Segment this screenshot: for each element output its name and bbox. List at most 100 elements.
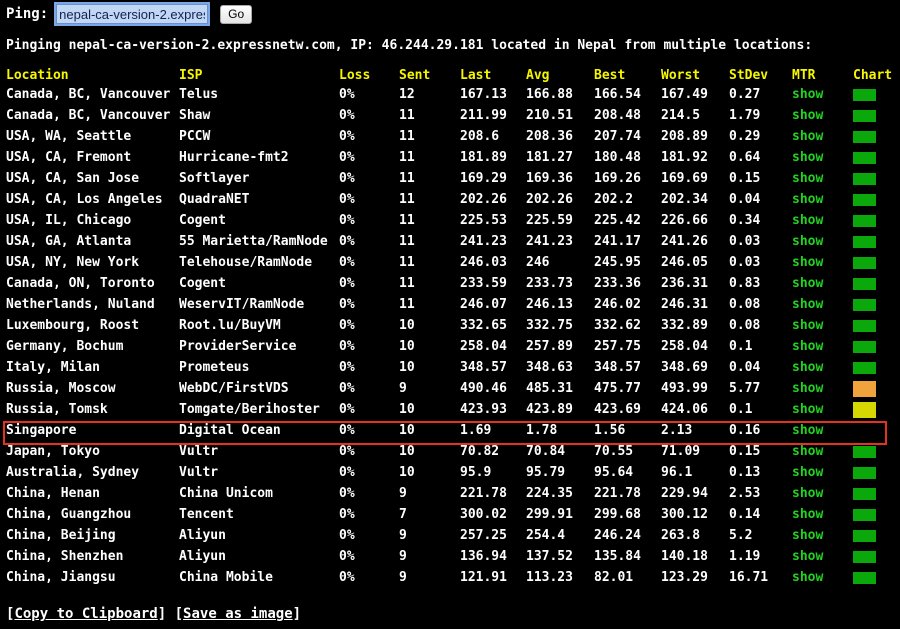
mtr-show-link[interactable]: show (792, 192, 823, 207)
cell-sent: 10 (399, 360, 415, 375)
cell-mtr: show (792, 294, 853, 315)
cell-worst: 202.34 (661, 192, 708, 207)
cell-stdev: 0.03 (729, 234, 761, 249)
cell-last: 257.25 (460, 528, 507, 543)
cell-sent: 11 (399, 234, 415, 249)
latency-bar[interactable] (853, 445, 876, 458)
latency-bar[interactable] (853, 214, 876, 227)
go-button[interactable]: Go (220, 4, 253, 24)
cell-isp: Telus (179, 87, 219, 102)
copy-to-clipboard-link[interactable]: Copy to Clipboard (14, 606, 157, 622)
mtr-show-link[interactable]: show (792, 486, 823, 501)
cell-loss: 0% (339, 507, 355, 522)
latency-bar[interactable] (853, 88, 876, 101)
cell-mtr: show (792, 462, 853, 483)
table-row: USA, IL, Chicago Cogent 0% 11 225.53 225.59 22… (6, 210, 899, 231)
cell-last: 490.46 (460, 381, 507, 396)
latency-bar[interactable] (853, 466, 876, 479)
mtr-show-link[interactable]: show (792, 213, 823, 228)
latency-bar[interactable] (853, 235, 876, 248)
cell-chart (853, 357, 899, 378)
latency-bar[interactable] (853, 151, 876, 164)
cell-avg: 332.75 (526, 318, 573, 333)
col-loss: Loss (339, 67, 371, 83)
cell-isp: Cogent (179, 213, 226, 228)
cell-chart (853, 189, 899, 210)
mtr-show-link[interactable]: show (792, 381, 823, 396)
latency-bar[interactable] (853, 109, 876, 122)
mtr-show-link[interactable]: show (792, 171, 823, 186)
mtr-show-link[interactable]: show (792, 87, 823, 102)
latency-bar[interactable] (853, 380, 876, 397)
latency-bar[interactable] (853, 319, 876, 332)
mtr-show-link[interactable]: show (792, 318, 823, 333)
latency-bar[interactable] (853, 361, 876, 374)
cell-sent: 9 (399, 528, 407, 543)
col-stdev: StDev (729, 67, 769, 83)
cell-best: 221.78 (594, 486, 641, 501)
cell-chart (853, 210, 899, 231)
table-row: Russia, Tomsk Tomgate/Berihoster 0% 10 423.9… (6, 399, 899, 420)
cell-stdev: 0.83 (729, 276, 761, 291)
mtr-show-link[interactable]: show (792, 297, 823, 312)
cell-stdev: 0.04 (729, 192, 761, 207)
mtr-show-link[interactable]: show (792, 507, 823, 522)
cell-worst: 229.94 (661, 486, 708, 501)
mtr-show-link[interactable]: show (792, 444, 823, 459)
mtr-show-link[interactable]: show (792, 276, 823, 291)
mtr-show-link[interactable]: show (792, 570, 823, 585)
mtr-show-link[interactable]: show (792, 255, 823, 270)
cell-worst: 214.5 (661, 108, 701, 123)
latency-bar[interactable] (853, 193, 876, 206)
save-as-image-link[interactable]: Save as image (183, 606, 293, 622)
latency-bar[interactable] (853, 172, 876, 185)
latency-bar[interactable] (853, 256, 876, 269)
cell-chart (853, 252, 899, 273)
latency-bar[interactable] (853, 487, 876, 500)
latency-bar[interactable] (853, 401, 876, 418)
mtr-show-link[interactable]: show (792, 360, 823, 375)
cell-chart (853, 126, 899, 147)
cell-best: 423.69 (594, 402, 641, 417)
cell-best: 246.24 (594, 528, 641, 543)
cell-best: 299.68 (594, 507, 641, 522)
cell-isp: 55 Marietta/RamNode (179, 234, 328, 249)
latency-bar[interactable] (853, 340, 876, 353)
cell-best: 332.62 (594, 318, 641, 333)
latency-bar[interactable] (853, 529, 876, 542)
mtr-show-link[interactable]: show (792, 339, 823, 354)
cell-sent: 11 (399, 192, 415, 207)
latency-bar[interactable] (853, 508, 876, 521)
cell-worst: 226.66 (661, 213, 708, 228)
cell-avg: 137.52 (526, 549, 573, 564)
cell-chart (853, 273, 899, 294)
host-input[interactable] (56, 4, 209, 24)
mtr-show-link[interactable]: show (792, 528, 823, 543)
cell-isp: Tomgate/Berihoster (179, 402, 320, 417)
cell-best: 348.57 (594, 360, 641, 375)
cell-stdev: 0.27 (729, 87, 761, 102)
latency-bar[interactable] (853, 298, 876, 311)
cell-sent: 10 (399, 402, 415, 417)
cell-mtr: show (792, 147, 853, 168)
mtr-show-link[interactable]: show (792, 129, 823, 144)
cell-avg: 210.51 (526, 108, 573, 123)
latency-bar[interactable] (853, 571, 876, 584)
mtr-show-link[interactable]: show (792, 402, 823, 417)
cell-worst: 258.04 (661, 339, 708, 354)
cell-mtr: show (792, 126, 853, 147)
ping-form: Ping: Go (6, 3, 253, 25)
cell-last: 300.02 (460, 507, 507, 522)
latency-bar[interactable] (853, 130, 876, 143)
mtr-show-link[interactable]: show (792, 108, 823, 123)
cell-location: Canada, BC, Vancouver (6, 108, 171, 123)
cell-worst: 424.06 (661, 402, 708, 417)
mtr-show-link[interactable]: show (792, 465, 823, 480)
table-row: Canada, BC, Vancouver Shaw 0% 11 211.99 210.5… (6, 105, 899, 126)
mtr-show-link[interactable]: show (792, 234, 823, 249)
mtr-show-link[interactable]: show (792, 150, 823, 165)
mtr-show-link[interactable]: show (792, 549, 823, 564)
cell-best: 135.84 (594, 549, 641, 564)
latency-bar[interactable] (853, 550, 876, 563)
latency-bar[interactable] (853, 277, 876, 290)
